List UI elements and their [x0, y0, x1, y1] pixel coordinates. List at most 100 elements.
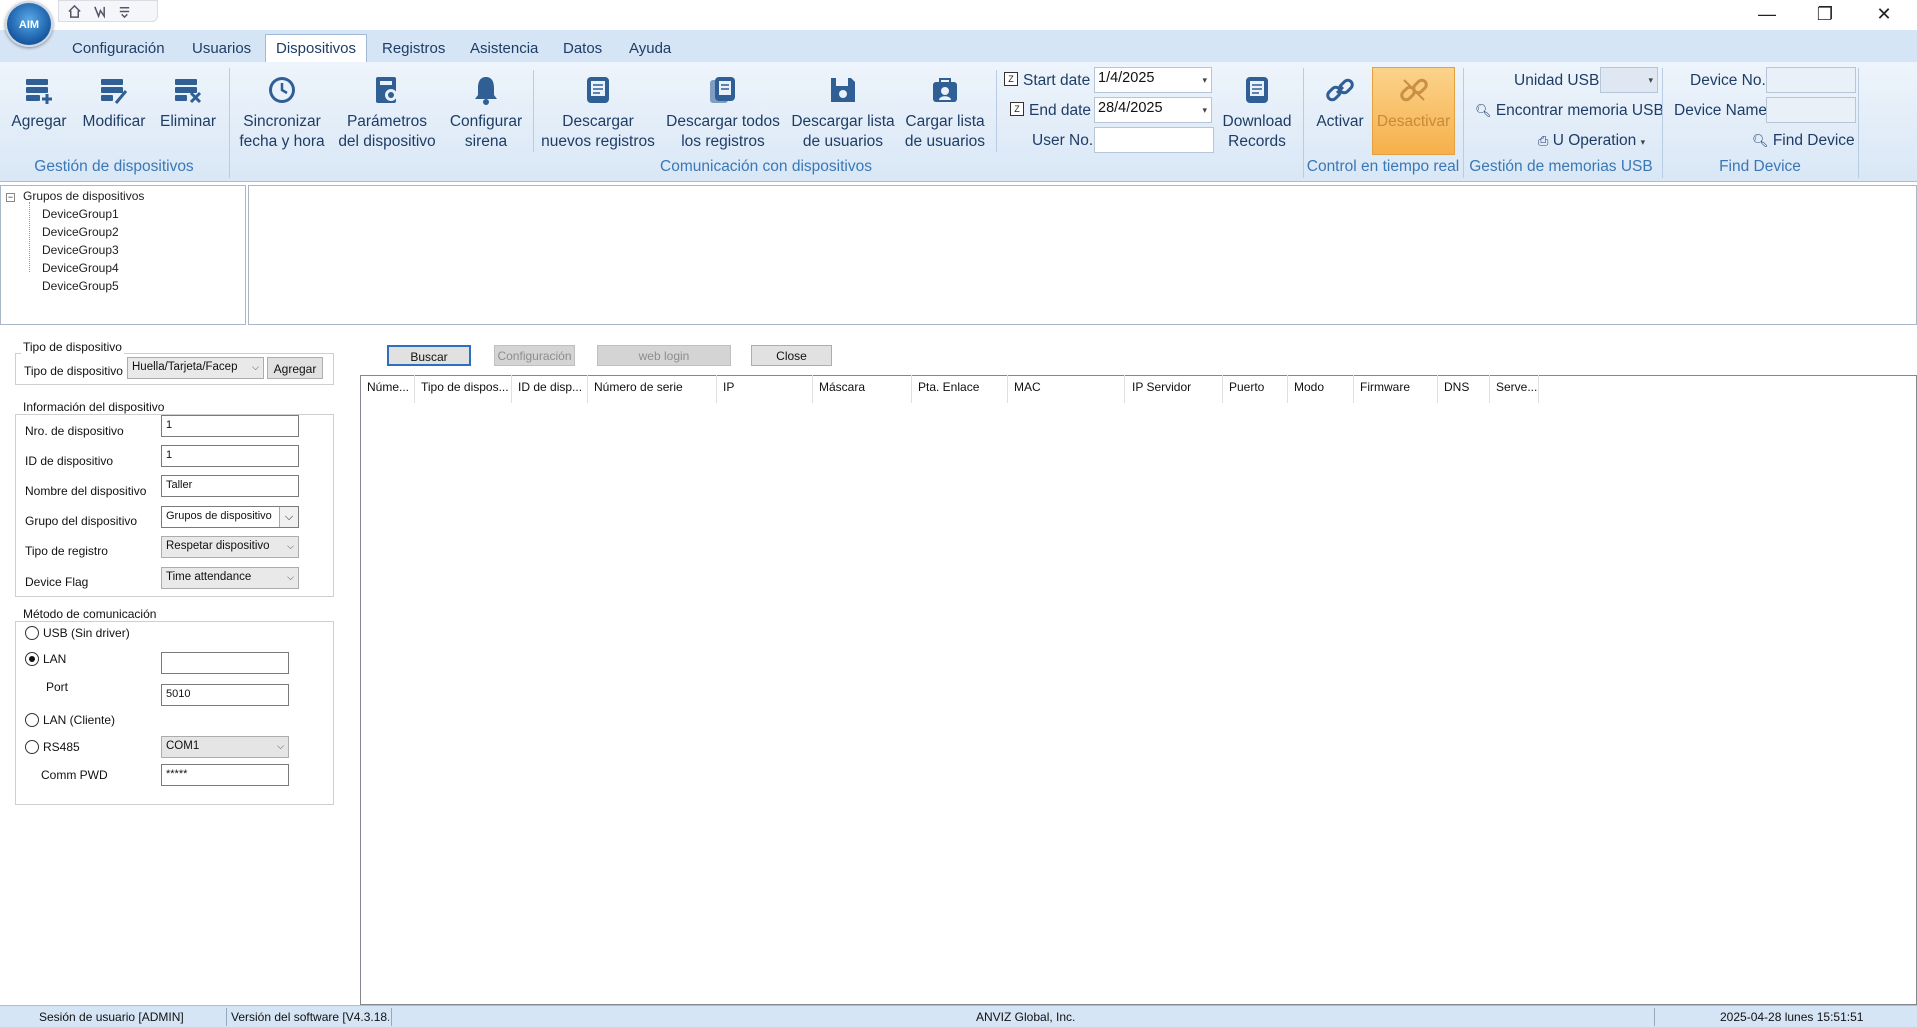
- sync-time-button[interactable]: Sincronizar fecha y hora: [236, 74, 328, 152]
- chevron-down-icon: ⌵: [277, 741, 284, 751]
- port-input[interactable]: 5010: [161, 684, 289, 706]
- search-button[interactable]: Buscar: [387, 345, 471, 366]
- column-header-device-id[interactable]: ID de disp...: [514, 375, 588, 403]
- link-icon: [1326, 78, 1354, 102]
- device-no-input[interactable]: 1: [161, 415, 299, 437]
- device-info-legend: Información del dispositivo: [21, 400, 167, 414]
- column-header-firmware[interactable]: Firmware: [1356, 375, 1438, 403]
- column-header-dns[interactable]: DNS: [1440, 375, 1490, 403]
- device-group-label: Grupo del dispositivo: [25, 514, 138, 528]
- lan-radio[interactable]: [25, 652, 39, 666]
- download-all-records-button[interactable]: Descargar todos los registros: [662, 74, 784, 152]
- upload-user-list-button[interactable]: Cargar lista de usuarios: [900, 74, 990, 152]
- close-button[interactable]: Close: [751, 345, 832, 366]
- home-icon[interactable]: [67, 4, 82, 19]
- add-device-type-button[interactable]: Agregar: [267, 357, 323, 379]
- app-logo-icon[interactable]: AIM: [5, 1, 53, 47]
- lan-client-radio[interactable]: [25, 713, 39, 727]
- usb-radio[interactable]: [25, 626, 39, 640]
- device-parameters-button[interactable]: Parámetros del dispositivo: [332, 74, 442, 152]
- configure-siren-button[interactable]: Configurar sirena: [446, 74, 526, 152]
- activate-button[interactable]: Activar: [1308, 74, 1372, 132]
- device-preview-panel: [248, 185, 1917, 325]
- column-header-gateway[interactable]: Pta. Enlace: [914, 375, 1008, 403]
- unlink-icon: [1399, 78, 1428, 102]
- minimize-button[interactable]: —: [1738, 0, 1796, 28]
- find-usb-button[interactable]: 🔍︎ Encontrar memoria USB: [1475, 102, 1664, 120]
- tool-icon[interactable]: [92, 4, 107, 19]
- comm-pwd-input[interactable]: *****: [161, 764, 289, 786]
- web-login-button[interactable]: web login: [597, 345, 731, 366]
- end-date-field[interactable]: 28/4/2025 ▾: [1094, 97, 1212, 123]
- device-name-field[interactable]: [1766, 97, 1856, 123]
- column-header-mac[interactable]: MAC: [1010, 375, 1125, 403]
- tree-root[interactable]: Grupos de dispositivos: [23, 189, 144, 203]
- column-header-serial-number[interactable]: Número de serie: [590, 375, 717, 403]
- com-port-dropdown[interactable]: COM1 ⌵: [161, 736, 289, 758]
- column-header-mask[interactable]: Máscara: [815, 375, 912, 403]
- device-no-label: Device No.: [1690, 72, 1766, 89]
- column-header-device-type[interactable]: Tipo de dispos...: [417, 375, 512, 403]
- calendar-icon: Z: [1004, 72, 1018, 86]
- tree-item-group2[interactable]: DeviceGroup2: [42, 225, 119, 239]
- column-header-ip[interactable]: IP: [719, 375, 813, 403]
- register-type-dropdown[interactable]: Respetar dispositivo ⌵: [161, 536, 299, 558]
- tab-configuracion[interactable]: Configuración: [62, 34, 175, 62]
- start-date-label: Start date: [1023, 72, 1091, 89]
- rs485-radio-label[interactable]: RS485: [43, 740, 80, 754]
- u-operation-button[interactable]: ⎙ U Operation ▾: [1538, 132, 1645, 150]
- configuration-button[interactable]: Configuración: [494, 345, 575, 366]
- download-records-icon: [587, 77, 609, 103]
- device-no-field[interactable]: [1766, 67, 1856, 93]
- start-date-field[interactable]: 1/4/2025 ▾: [1094, 67, 1212, 93]
- column-header-server[interactable]: Serve...: [1492, 375, 1539, 403]
- restore-button[interactable]: ❐: [1796, 0, 1854, 28]
- download-records-button[interactable]: Download Records: [1218, 74, 1296, 152]
- end-date-label: End date: [1029, 102, 1092, 119]
- customize-toolbar-icon[interactable]: [117, 4, 132, 19]
- device-search-results-table[interactable]: [360, 375, 1917, 1005]
- tree-item-group5[interactable]: DeviceGroup5: [42, 279, 119, 293]
- lan-ip-input[interactable]: [161, 652, 289, 674]
- download-user-list-button[interactable]: Descargar lista de usuarios: [788, 74, 898, 152]
- device-id-input[interactable]: 1: [161, 445, 299, 467]
- device-group-dropdown[interactable]: Grupos de dispositivo ⌵: [161, 506, 299, 528]
- usb-unit-dropdown[interactable]: ▾: [1600, 67, 1658, 93]
- close-window-button[interactable]: ✕: [1855, 0, 1913, 28]
- column-header-mode[interactable]: Modo: [1290, 375, 1354, 403]
- tab-registros[interactable]: Registros: [372, 34, 455, 62]
- column-header-port[interactable]: Puerto: [1225, 375, 1288, 403]
- device-group-tree[interactable]: − Grupos de dispositivos DeviceGroup1 De…: [0, 185, 246, 325]
- lan-client-radio-label[interactable]: LAN (Cliente): [43, 713, 115, 727]
- user-no-field[interactable]: [1094, 127, 1214, 153]
- usb-radio-label[interactable]: USB (Sin driver): [43, 626, 130, 640]
- tree-item-group4[interactable]: DeviceGroup4: [42, 261, 119, 275]
- tab-dispositivos[interactable]: Dispositivos: [265, 34, 368, 62]
- session-status: Sesión de usuario [ADMIN]: [39, 1010, 184, 1024]
- delete-device-button[interactable]: Eliminar: [154, 74, 222, 132]
- rs485-radio[interactable]: [25, 740, 39, 754]
- add-device-button[interactable]: Agregar: [4, 74, 74, 132]
- device-flag-dropdown[interactable]: Time attendance ⌵: [161, 567, 299, 589]
- device-type-dropdown[interactable]: Huella/Tarjeta/Facep ⌵: [127, 357, 264, 379]
- tab-usuarios[interactable]: Usuarios: [182, 34, 261, 62]
- column-header-server-ip[interactable]: IP Servidor: [1128, 375, 1223, 403]
- deactivate-button[interactable]: Desactivar: [1372, 67, 1455, 155]
- dropdown-arrow-icon[interactable]: ▾: [1202, 75, 1207, 86]
- device-name-label: Nombre del dispositivo: [25, 484, 147, 498]
- dropdown-arrow-icon[interactable]: ▾: [1202, 105, 1207, 116]
- download-new-records-button[interactable]: Descargar nuevos registros: [540, 74, 656, 152]
- tab-datos[interactable]: Datos: [553, 34, 612, 62]
- collapse-icon[interactable]: −: [6, 193, 15, 202]
- column-header-number[interactable]: Núme...: [363, 375, 415, 403]
- group-label-device-management: Gestión de dispositivos: [34, 158, 194, 175]
- tab-asistencia[interactable]: Asistencia: [460, 34, 548, 62]
- modify-device-button[interactable]: Modificar: [78, 74, 150, 132]
- add-device-icon: [26, 79, 52, 104]
- tree-item-group3[interactable]: DeviceGroup3: [42, 243, 119, 257]
- tab-ayuda[interactable]: Ayuda: [619, 34, 681, 62]
- lan-radio-label[interactable]: LAN: [43, 652, 66, 666]
- device-name-input[interactable]: Taller: [161, 475, 299, 497]
- find-device-button[interactable]: 🔍︎ Find Device: [1752, 132, 1855, 150]
- tree-item-group1[interactable]: DeviceGroup1: [42, 207, 119, 221]
